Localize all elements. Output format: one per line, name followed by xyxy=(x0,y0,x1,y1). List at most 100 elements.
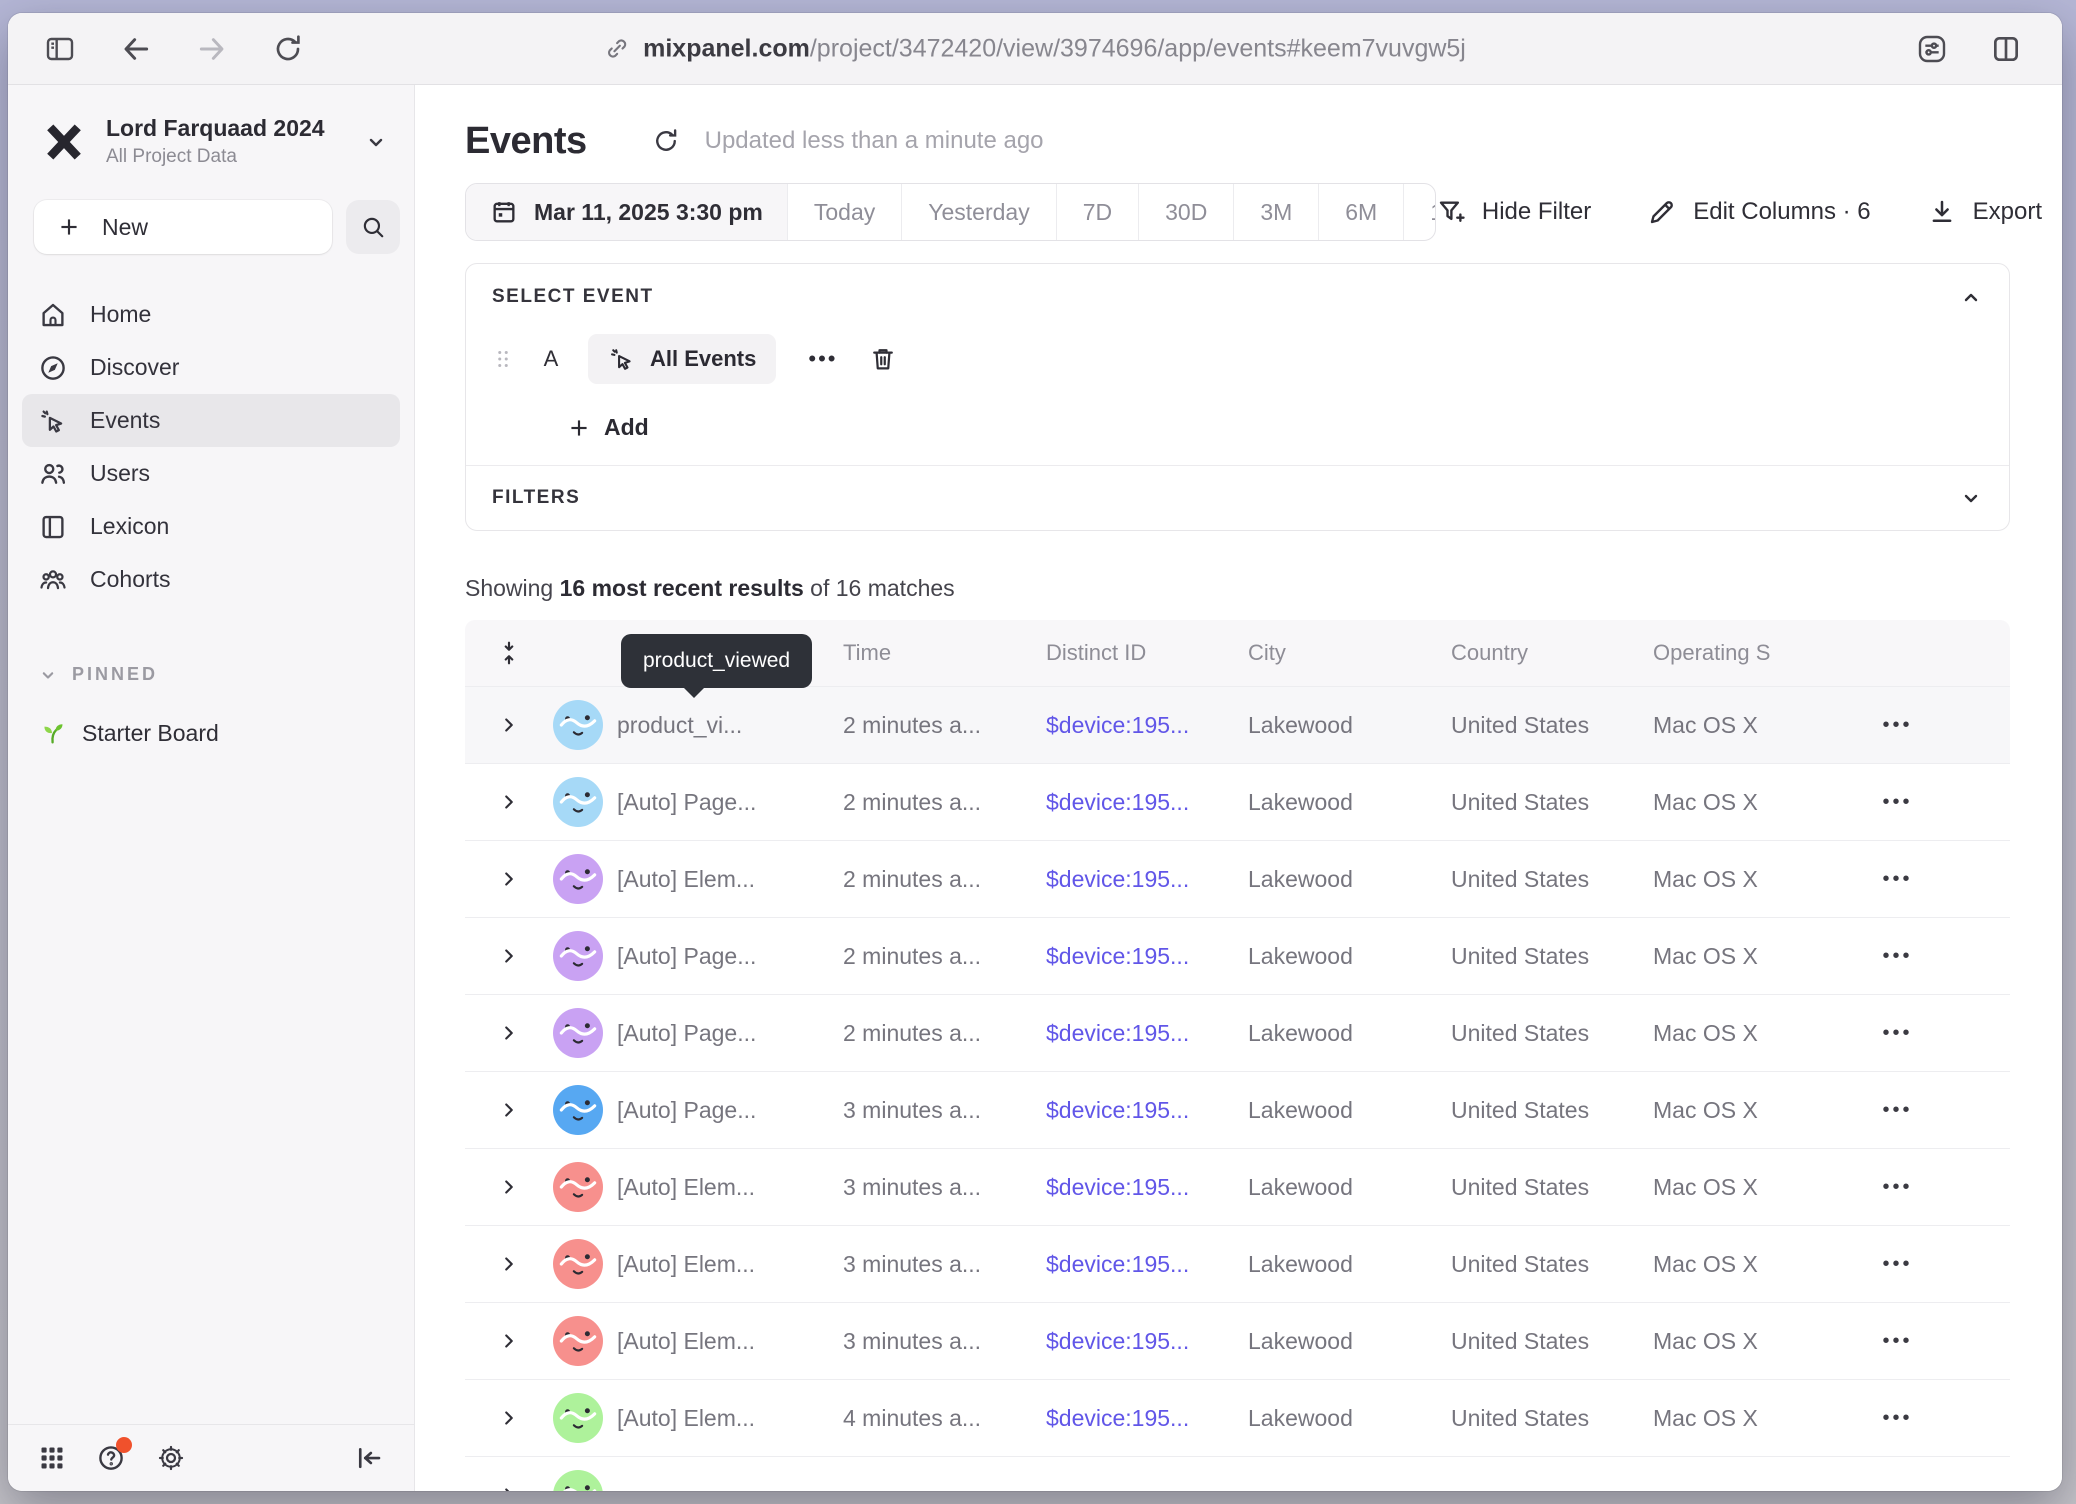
row-expand-chevron-icon[interactable] xyxy=(498,791,520,813)
expand-filters-chevron-down-icon[interactable] xyxy=(1959,486,1983,510)
range-3m[interactable]: 3M xyxy=(1234,184,1319,240)
row-actions-button[interactable]: ••• xyxy=(1882,1099,1912,1122)
date-picker[interactable]: Mar 11, 2025 3:30 pm xyxy=(466,184,788,240)
distinct-id-link[interactable]: $device:195... xyxy=(1046,1251,1189,1277)
pinned-item-label: Starter Board xyxy=(82,720,219,747)
back-button[interactable] xyxy=(120,33,152,65)
address-bar[interactable]: mixpanel.com/project/3472420/view/397469… xyxy=(604,34,1466,63)
row-actions-button[interactable]: ••• xyxy=(1882,1022,1912,1045)
distinct-id-link[interactable]: $device:195... xyxy=(1046,1174,1189,1200)
event-name[interactable]: [Auto] Elem... xyxy=(617,1251,755,1277)
row-actions-button[interactable]: ••• xyxy=(1882,1253,1912,1276)
distinct-id-link[interactable]: $device:195... xyxy=(1046,712,1189,738)
row-expand-chevron-icon[interactable] xyxy=(498,1330,520,1352)
distinct-id-link[interactable]: $device:195... xyxy=(1046,943,1189,969)
collapse-sidebar-icon[interactable] xyxy=(354,1443,384,1473)
distinct-id-link[interactable]: $device:195... xyxy=(1046,1020,1189,1046)
row-actions-button[interactable]: ••• xyxy=(1882,945,1912,968)
row-expand-chevron-icon[interactable] xyxy=(498,1407,520,1429)
distinct-id-link[interactable]: $device:195... xyxy=(1046,1405,1189,1431)
sidebar-item-home[interactable]: Home xyxy=(22,288,400,341)
export-button[interactable]: Export xyxy=(1927,197,2042,227)
range-yesterday[interactable]: Yesterday xyxy=(902,184,1056,240)
sidebar-toggle-icon[interactable] xyxy=(44,33,76,65)
row-actions-button[interactable]: ••• xyxy=(1882,1176,1912,1199)
row-expand-chevron-icon[interactable] xyxy=(498,945,520,967)
project-switcher[interactable]: Lord Farquaad 2024 All Project Data xyxy=(8,85,414,174)
calendar-icon xyxy=(490,198,518,226)
table-row: [Auto] Elem... 3 minutes a... $device:19… xyxy=(465,1225,2010,1302)
pinned-section-header[interactable]: PINNED xyxy=(38,664,414,685)
column-header-city[interactable]: City xyxy=(1248,640,1451,666)
range-6m[interactable]: 6M xyxy=(1319,184,1404,240)
event-name[interactable]: [Auto] Elem... xyxy=(617,1328,755,1354)
row-actions-button[interactable]: ••• xyxy=(1882,1407,1912,1430)
browser-settings-icon[interactable] xyxy=(1916,33,1948,65)
apps-grid-icon[interactable] xyxy=(38,1444,66,1472)
split-view-icon[interactable] xyxy=(1990,33,2022,65)
collapse-section-chevron-up-icon[interactable] xyxy=(1959,286,1983,310)
reload-button[interactable] xyxy=(272,33,304,65)
chevron-down-icon xyxy=(364,130,388,154)
column-header-os[interactable]: Operating S xyxy=(1653,640,1855,666)
row-actions-button[interactable]: ••• xyxy=(1882,791,1912,814)
settings-gear-icon[interactable] xyxy=(156,1443,186,1473)
distinct-id-link[interactable]: $device:195... xyxy=(1046,1328,1189,1354)
event-name[interactable]: [Auto] Elem... xyxy=(617,1405,755,1431)
collapse-rows-icon[interactable] xyxy=(496,640,522,666)
sidebar-item-lexicon[interactable]: Lexicon xyxy=(22,500,400,553)
event-avatar xyxy=(553,1008,603,1058)
event-name[interactable]: [Auto] Page... xyxy=(617,1020,756,1046)
event-time: 3 minutes a... xyxy=(843,1328,981,1354)
search-button[interactable] xyxy=(346,200,400,254)
delete-event-trash-icon[interactable] xyxy=(869,345,897,373)
sidebar-item-events[interactable]: Events xyxy=(22,394,400,447)
row-actions-button[interactable]: ••• xyxy=(1882,868,1912,891)
help-button[interactable] xyxy=(96,1443,126,1473)
add-event-button[interactable]: Add xyxy=(566,414,1983,441)
hide-filter-button[interactable]: Hide Filter xyxy=(1436,197,1591,227)
event-os: Mac OS X xyxy=(1653,1251,1758,1277)
discover-icon xyxy=(38,353,68,383)
range-30d[interactable]: 30D xyxy=(1139,184,1234,240)
column-header-country[interactable]: Country xyxy=(1451,640,1653,666)
event-name[interactable]: [Auto] Page... xyxy=(617,1097,756,1123)
row-actions-button[interactable]: ••• xyxy=(1882,1484,1912,1492)
sidebar-item-users[interactable]: Users xyxy=(22,447,400,500)
column-header-time[interactable]: Time xyxy=(843,640,1046,666)
event-os: Mac OS X xyxy=(1653,1097,1758,1123)
filters-section: FILTERS xyxy=(466,466,2009,530)
sidebar-item-starter-board[interactable]: Starter Board xyxy=(38,719,414,747)
row-expand-chevron-icon[interactable] xyxy=(498,714,520,736)
event-selector-pill[interactable]: All Events xyxy=(588,334,776,384)
sidebar-item-discover[interactable]: Discover xyxy=(22,341,400,394)
row-expand-chevron-icon[interactable] xyxy=(498,1484,520,1491)
row-actions-button[interactable]: ••• xyxy=(1882,1330,1912,1353)
range-7d[interactable]: 7D xyxy=(1057,184,1139,240)
event-name[interactable]: [Auto] Elem... xyxy=(617,1174,755,1200)
distinct-id-link[interactable]: $device:195... xyxy=(1046,1097,1189,1123)
url-path: /project/3472420/view/3974696/app/events… xyxy=(810,34,1466,62)
event-name[interactable]: [Auto] Elem... xyxy=(617,866,755,892)
new-button[interactable]: New xyxy=(34,200,332,254)
range-today[interactable]: Today xyxy=(788,184,902,240)
row-expand-chevron-icon[interactable] xyxy=(498,1176,520,1198)
refresh-icon[interactable] xyxy=(651,126,681,156)
event-more-options-button[interactable]: ••• xyxy=(802,346,843,372)
distinct-id-link[interactable]: $device:195... xyxy=(1046,866,1189,892)
row-expand-chevron-icon[interactable] xyxy=(498,868,520,890)
edit-columns-button[interactable]: Edit Columns · 6 xyxy=(1647,197,1870,227)
sidebar-item-cohorts[interactable]: Cohorts xyxy=(22,553,400,606)
column-header-distinct-id[interactable]: Distinct ID xyxy=(1046,640,1248,666)
distinct-id-link[interactable]: $device:195... xyxy=(1046,789,1189,815)
event-name[interactable]: product_vi... xyxy=(617,712,742,738)
row-actions-button[interactable]: ••• xyxy=(1882,714,1912,737)
range-12m[interactable]: 12M xyxy=(1404,184,1436,240)
row-expand-chevron-icon[interactable] xyxy=(498,1099,520,1121)
event-name[interactable]: [Auto] Page... xyxy=(617,789,756,815)
row-expand-chevron-icon[interactable] xyxy=(498,1022,520,1044)
event-name[interactable]: [Auto] Page... xyxy=(617,943,756,969)
link-icon xyxy=(604,36,630,62)
row-expand-chevron-icon[interactable] xyxy=(498,1253,520,1275)
drag-handle-icon[interactable] xyxy=(492,346,514,372)
